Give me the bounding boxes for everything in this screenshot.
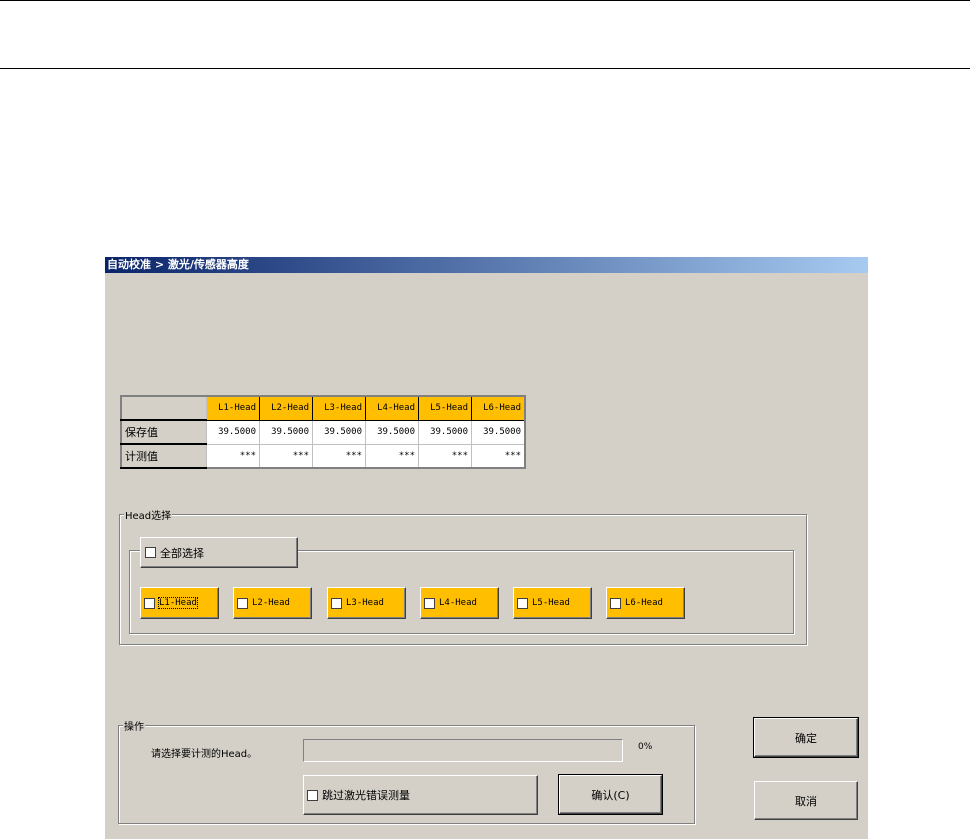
row-label: 保存值: [120, 419, 207, 445]
cell: ***: [259, 443, 313, 469]
col-header: L2-Head: [259, 395, 313, 421]
top-divider: [0, 0, 970, 1]
cell: 39.5000: [471, 419, 526, 445]
checkbox-icon: [145, 547, 156, 558]
cell: 39.5000: [259, 419, 313, 445]
head-checkbox-l4[interactable]: L4-Head: [420, 587, 499, 619]
table-row: 保存值 39.5000 39.5000 39.5000 39.5000 39.5…: [120, 419, 526, 445]
head-checkbox-l5[interactable]: L5-Head: [513, 587, 592, 619]
checkbox-icon: [331, 597, 342, 609]
cell: ***: [418, 443, 472, 469]
operation-group: 操作 请选择要计测的Head。 0% 跳过激光错误测量 确认(C): [118, 718, 695, 824]
skip-laser-error-checkbox[interactable]: 跳过激光错误测量: [303, 775, 538, 815]
cell: 39.5000: [312, 419, 366, 445]
height-table: L1-Head L2-Head L3-Head L4-Head L5-Head …: [120, 395, 526, 469]
head-label: L3-Head: [346, 598, 384, 608]
header-divider: [0, 68, 970, 69]
cell: 39.5000: [418, 419, 472, 445]
cell: ***: [312, 443, 366, 469]
head-label: L6-Head: [625, 598, 663, 608]
head-label: L5-Head: [532, 598, 570, 608]
head-checkbox-l1[interactable]: L1-Head: [140, 587, 219, 619]
checkbox-icon: [237, 597, 248, 609]
head-select-label: Head选择: [124, 507, 173, 522]
cell: ***: [365, 443, 419, 469]
corner-cell: [120, 395, 207, 421]
confirm-button[interactable]: 确认(C): [558, 774, 663, 815]
head-label: L4-Head: [439, 598, 477, 608]
title-bar: 自动校准 > 激光/传感器高度: [105, 257, 868, 273]
operation-label: 操作: [123, 718, 145, 733]
col-header: L1-Head: [206, 395, 260, 421]
col-header: L4-Head: [365, 395, 419, 421]
table-header-row: L1-Head L2-Head L3-Head L4-Head L5-Head …: [120, 395, 526, 421]
col-header: L6-Head: [471, 395, 526, 421]
ok-button[interactable]: 确定: [753, 717, 859, 758]
head-select-group: Head选择 全部选择 L1-Head L2-Head L3-Head L4-H…: [119, 507, 807, 645]
head-checkbox-l2[interactable]: L2-Head: [233, 587, 312, 619]
head-checkbox-l3[interactable]: L3-Head: [327, 587, 406, 619]
checkbox-icon: [610, 597, 621, 609]
col-header: L3-Head: [312, 395, 366, 421]
prompt-text: 请选择要计测的Head。: [151, 749, 258, 760]
head-label: L2-Head: [252, 598, 290, 608]
col-header: L5-Head: [418, 395, 472, 421]
cancel-button[interactable]: 取消: [754, 781, 858, 820]
checkbox-icon: [307, 789, 318, 801]
select-all-label: 全部选择: [160, 546, 204, 560]
skip-label: 跳过激光错误测量: [322, 789, 410, 802]
checkbox-icon: [144, 597, 155, 609]
progress-text: 0%: [638, 742, 653, 752]
checkbox-icon: [424, 597, 435, 609]
dialog-window: 自动校准 > 激光/传感器高度 L1-Head L2-Head L3-Head …: [104, 257, 868, 839]
head-checkbox-l6[interactable]: L6-Head: [606, 587, 685, 619]
table-row: 计测值 *** *** *** *** *** ***: [120, 443, 526, 469]
progress-bar: [303, 739, 623, 762]
row-label: 计测值: [120, 443, 207, 469]
cell: ***: [471, 443, 526, 469]
select-all-checkbox[interactable]: 全部选择: [140, 537, 298, 568]
cell: 39.5000: [365, 419, 419, 445]
cell: 39.5000: [206, 419, 260, 445]
head-label: L1-Head: [158, 597, 198, 609]
checkbox-icon: [517, 597, 528, 609]
cell: ***: [206, 443, 260, 469]
